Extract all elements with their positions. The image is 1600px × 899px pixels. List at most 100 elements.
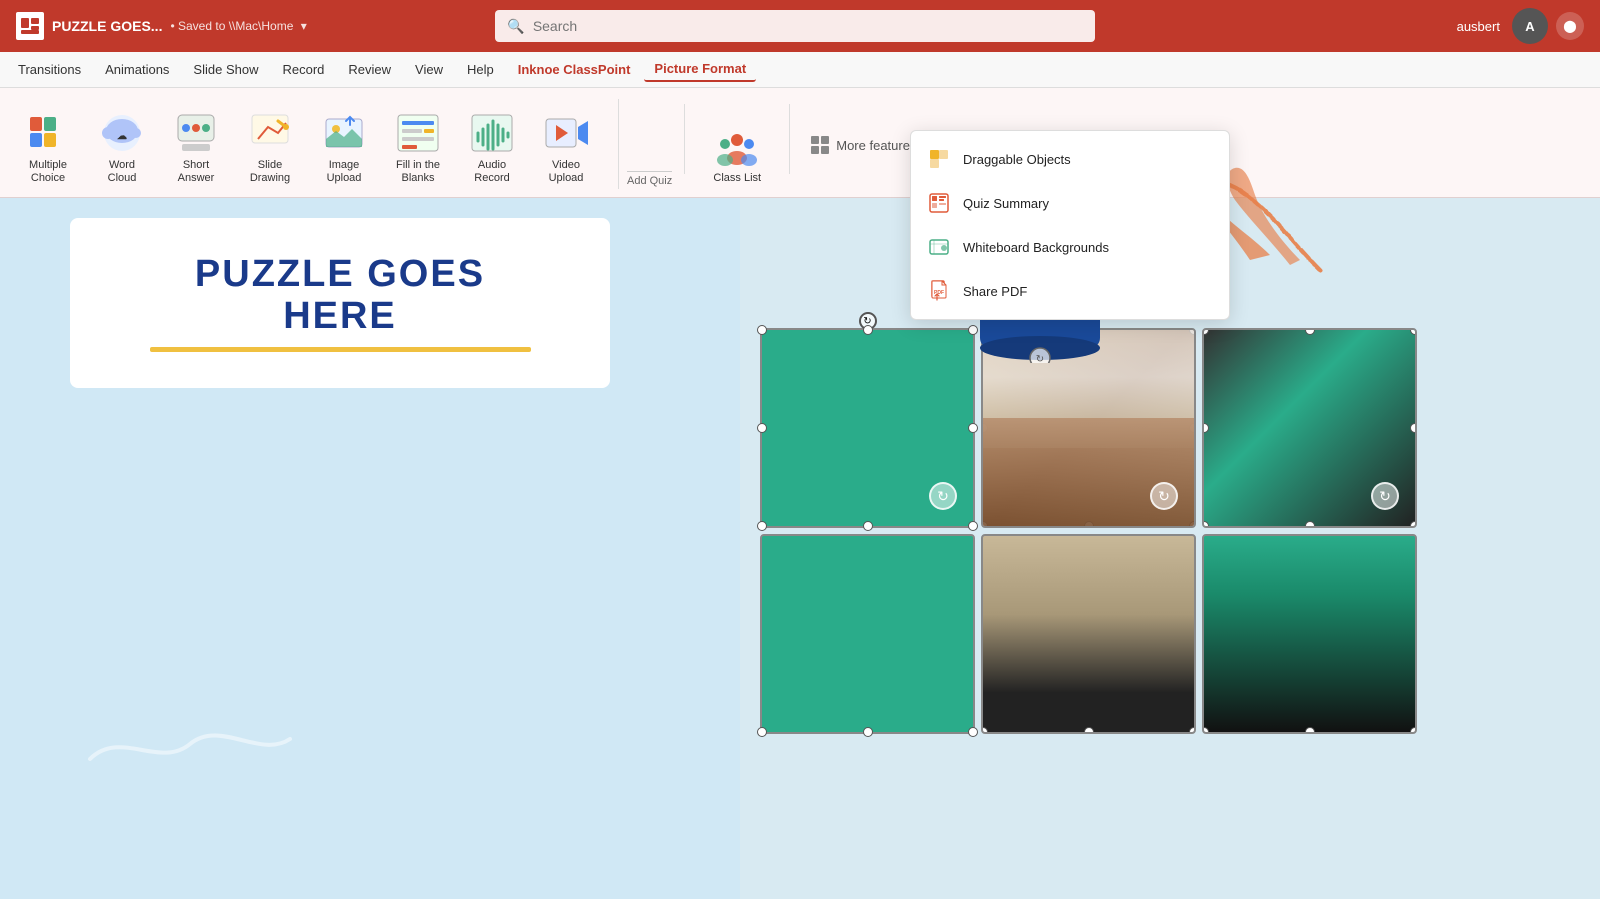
svg-text:☁: ☁ xyxy=(117,131,127,142)
sel-dot xyxy=(1305,328,1315,335)
multiple-choice-label: MultipleChoice xyxy=(29,159,67,185)
dropdown-quiz-summary[interactable]: Quiz Summary xyxy=(911,181,1229,225)
ribbon-word-cloud[interactable]: ☁ WordCloud xyxy=(86,101,158,189)
slide-drawing-icon xyxy=(246,109,294,157)
ribbon-audio-record[interactable]: AudioRecord xyxy=(456,101,528,189)
puzzle-cell-5[interactable] xyxy=(981,534,1196,734)
save-dropdown-icon[interactable]: ▾ xyxy=(301,19,307,33)
ribbon-class-list[interactable]: Class List xyxy=(697,101,777,189)
title-bar-left: PUZZLE GOES... • Saved to \\Mac\Home ▾ xyxy=(16,12,307,40)
more-features-dropdown: Draggable Objects Quiz Summary White xyxy=(910,130,1230,320)
cell-rotate-3[interactable]: ↻ xyxy=(1371,482,1399,510)
add-quiz-label: Add Quiz xyxy=(627,171,672,187)
sel-dot xyxy=(981,727,988,734)
puzzle-grid: ↻ ↻ ↻ xyxy=(760,328,1417,734)
sel-dot xyxy=(1305,727,1315,734)
doc-title: PUZZLE GOES... xyxy=(52,18,162,34)
sel-dot xyxy=(1202,328,1209,335)
menu-item-help[interactable]: Help xyxy=(457,58,504,81)
sel-dot xyxy=(1202,521,1209,528)
ribbon-image-upload[interactable]: ImageUpload xyxy=(308,101,380,189)
ribbon-multiple-choice[interactable]: MultipleChoice xyxy=(12,101,84,189)
sel-dot xyxy=(757,423,767,433)
menu-bar: Transitions Animations Slide Show Record… xyxy=(0,52,1600,88)
menu-item-picture-format[interactable]: Picture Format xyxy=(644,57,756,82)
multiple-choice-icon xyxy=(24,109,72,157)
grid-icon xyxy=(810,135,830,155)
puzzle-underline xyxy=(150,347,531,352)
dropdown-share-pdf[interactable]: PDF Share PDF xyxy=(911,269,1229,313)
sel-dot xyxy=(968,423,978,433)
dropdown-draggable-objects[interactable]: Draggable Objects xyxy=(911,137,1229,181)
sel-dot xyxy=(757,727,767,737)
avatar[interactable]: A xyxy=(1512,8,1548,44)
ribbon-divider-1 xyxy=(684,104,685,174)
sel-dot xyxy=(1202,423,1209,433)
sel-dot xyxy=(1410,423,1417,433)
svg-text:↻: ↻ xyxy=(1036,354,1044,363)
puzzle-title-card: PUZZLE GOESHERE xyxy=(70,218,610,388)
sel-dot xyxy=(863,727,873,737)
sel-dot xyxy=(1202,727,1209,734)
image-upload-icon xyxy=(320,109,368,157)
whiteboard-backgrounds-icon xyxy=(927,235,951,259)
sel-dot xyxy=(1305,521,1315,528)
search-input[interactable] xyxy=(533,18,1084,34)
sel-dot xyxy=(1410,328,1417,335)
puzzle-title: PUZZLE GOESHERE xyxy=(195,254,485,338)
ribbon-quiz-group: MultipleChoice ☁ WordCloud xyxy=(12,99,619,189)
ribbon: MultipleChoice ☁ WordCloud xyxy=(0,88,1600,198)
app-icon xyxy=(16,12,44,40)
short-answer-label: ShortAnswer xyxy=(178,159,215,185)
audio-record-icon xyxy=(468,109,516,157)
puzzle-cell-4[interactable] xyxy=(760,534,975,734)
menu-item-animations[interactable]: Animations xyxy=(95,58,179,81)
ribbon-video-upload[interactable]: VideoUpload xyxy=(530,101,602,189)
ribbon-slide-drawing[interactable]: SlideDrawing xyxy=(234,101,306,189)
puzzle-cell-6[interactable] xyxy=(1202,534,1417,734)
menu-item-record[interactable]: Record xyxy=(272,58,334,81)
sel-dot xyxy=(1084,727,1094,734)
menu-item-slideshow[interactable]: Slide Show xyxy=(183,58,268,81)
ribbon-divider-2 xyxy=(789,104,790,174)
record-icon: ⬤ xyxy=(1563,19,1576,33)
dropdown-whiteboard-backgrounds[interactable]: Whiteboard Backgrounds xyxy=(911,225,1229,269)
wave-decoration xyxy=(80,709,300,779)
video-upload-label: VideoUpload xyxy=(549,159,584,185)
sel-dot xyxy=(757,325,767,335)
cell-rotate-2[interactable]: ↻ xyxy=(1150,482,1178,510)
draggable-objects-label: Draggable Objects xyxy=(963,152,1071,167)
sel-dot xyxy=(1189,727,1196,734)
sel-dot xyxy=(1410,727,1417,734)
title-bar: PUZZLE GOES... • Saved to \\Mac\Home ▾ 🔍… xyxy=(0,0,1600,52)
share-pdf-icon: PDF xyxy=(927,279,951,303)
quiz-summary-label: Quiz Summary xyxy=(963,196,1049,211)
slide-drawing-label: SlideDrawing xyxy=(250,159,290,185)
short-answer-icon xyxy=(172,109,220,157)
share-pdf-label: Share PDF xyxy=(963,284,1027,299)
sel-dot xyxy=(968,727,978,737)
puzzle-cell-3[interactable]: ↻ ↻ xyxy=(1202,328,1417,528)
menu-item-review[interactable]: Review xyxy=(338,58,401,81)
puzzle-cell-1[interactable]: ↻ ↻ xyxy=(760,328,975,528)
search-bar[interactable]: 🔍 xyxy=(495,10,1095,42)
class-list-label: Class List xyxy=(713,172,761,185)
image-upload-label: ImageUpload xyxy=(327,159,362,185)
menu-item-view[interactable]: View xyxy=(405,58,453,81)
word-cloud-icon: ☁ xyxy=(98,109,146,157)
slide-area: PUZZLE GOESHERE ↻ xyxy=(0,198,1600,899)
word-cloud-label: WordCloud xyxy=(108,159,137,185)
cell-rotate-1[interactable]: ↻ xyxy=(929,482,957,510)
record-button[interactable]: ⬤ xyxy=(1556,12,1584,40)
video-upload-icon xyxy=(542,109,590,157)
quiz-summary-icon xyxy=(927,191,951,215)
menu-item-classpoint[interactable]: Inknoe ClassPoint xyxy=(508,58,641,81)
audio-record-label: AudioRecord xyxy=(474,159,509,185)
ribbon-fill-blanks[interactable]: Fill in theBlanks xyxy=(382,101,454,189)
more-features-label: More features xyxy=(836,138,916,153)
sel-dot xyxy=(757,521,767,531)
ribbon-short-answer[interactable]: ShortAnswer xyxy=(160,101,232,189)
menu-item-transitions[interactable]: Transitions xyxy=(8,58,91,81)
sel-dot xyxy=(863,325,873,335)
class-list-icon xyxy=(713,124,761,172)
